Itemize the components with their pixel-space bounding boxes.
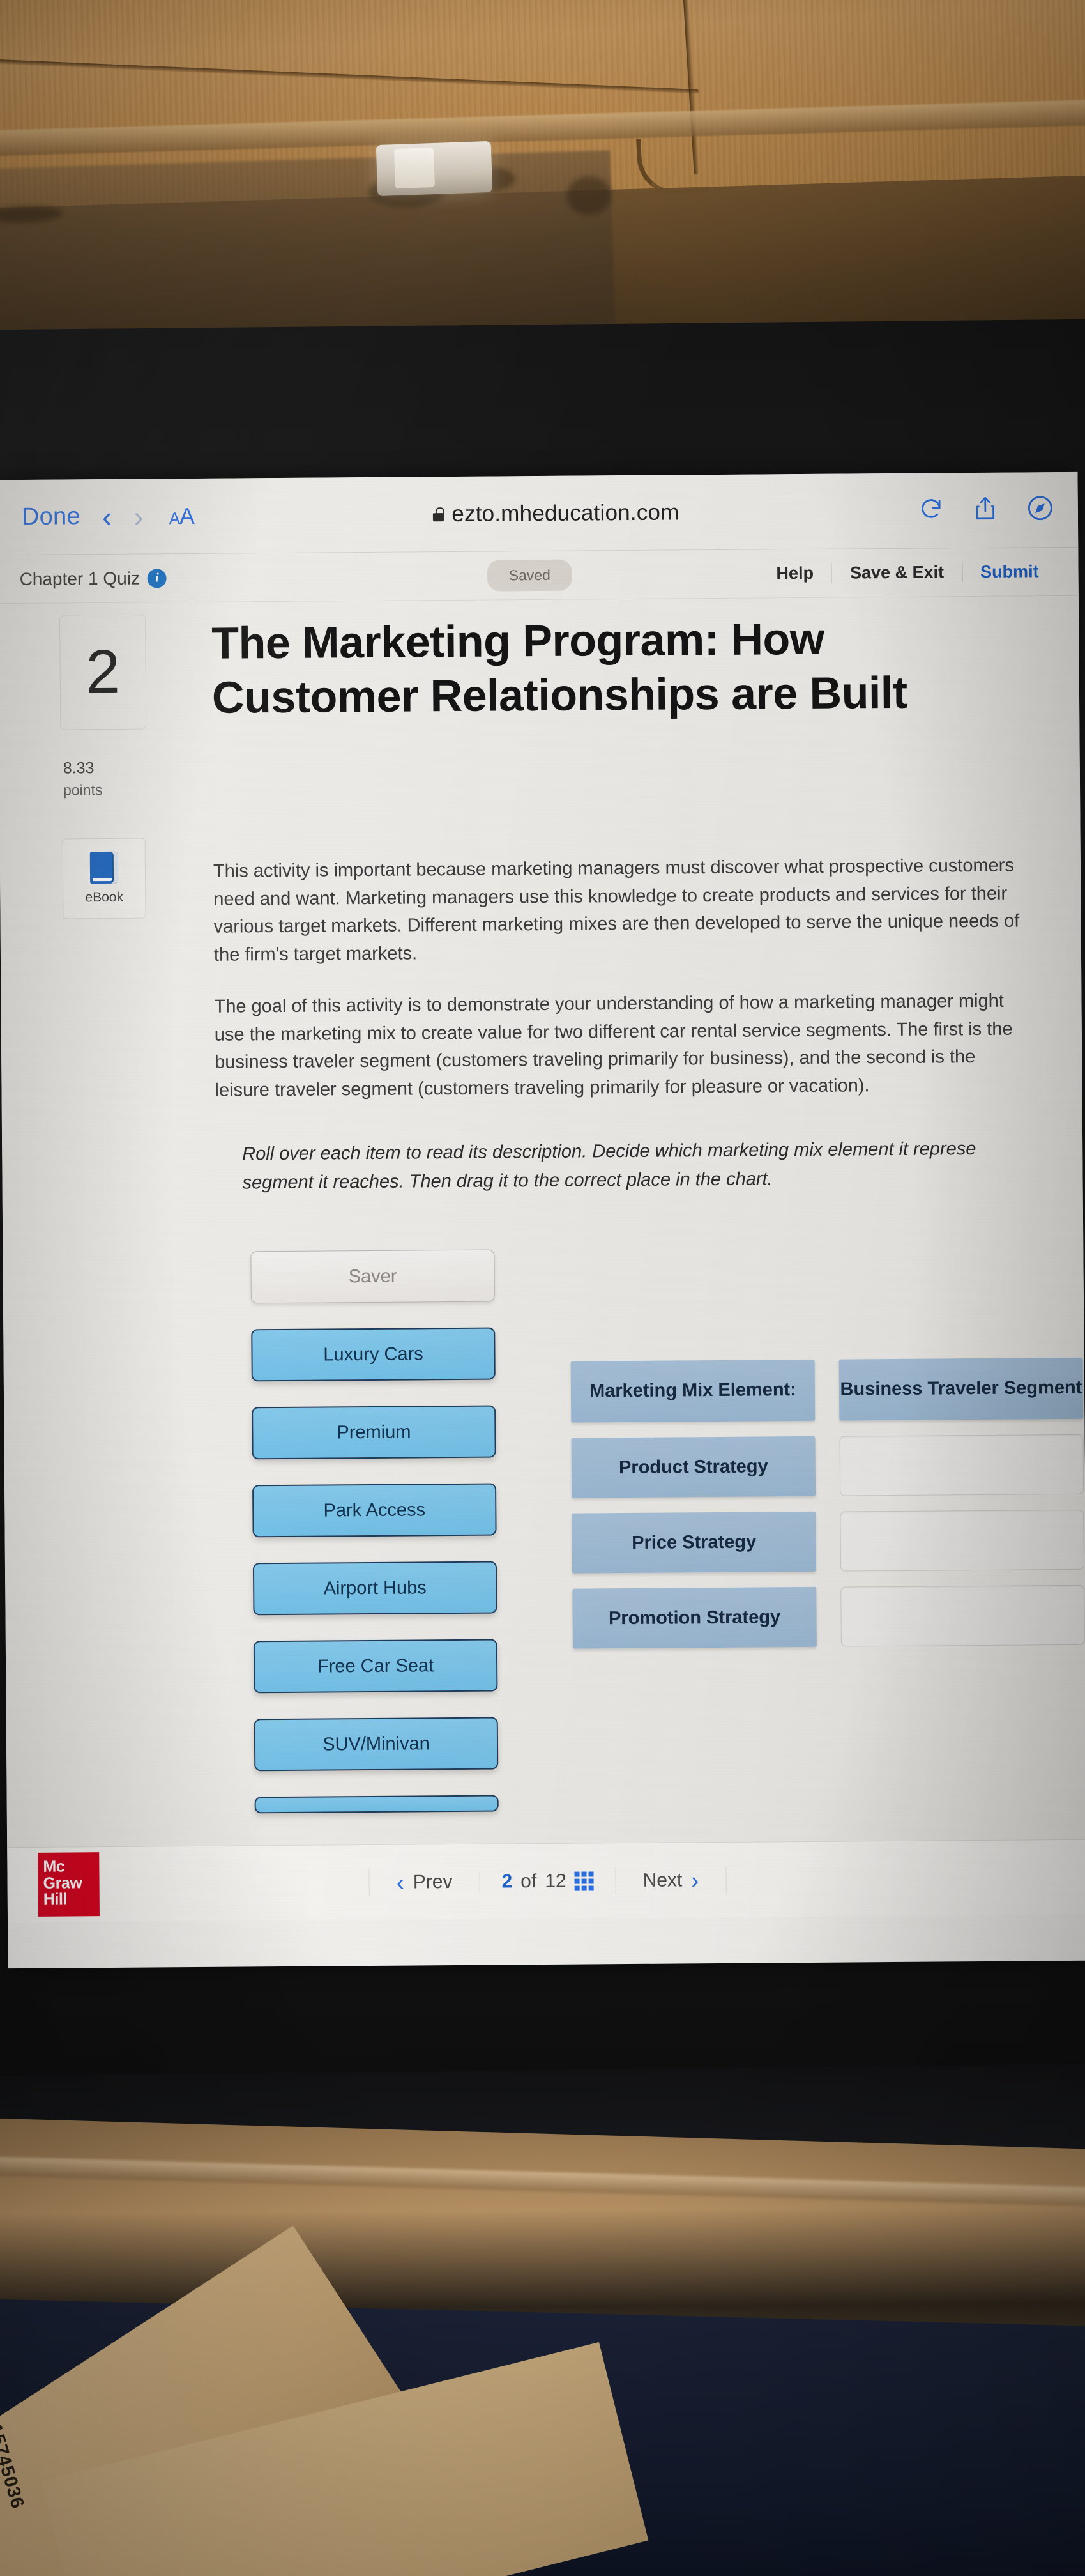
share-icon[interactable] <box>973 495 998 525</box>
quiz-title: Chapter 1 Quiz <box>19 568 140 589</box>
question-number: 2 <box>59 614 147 730</box>
drag-item[interactable]: SUV/Minivan <box>254 1717 499 1772</box>
activity-goal-paragraph: The goal of this activity is to demonstr… <box>214 990 1013 1101</box>
safari-toolbar: Done ‹ › AA ezto.mheducation.com <box>0 471 1079 556</box>
column-header-element: Marketing Mix Element: <box>570 1359 816 1423</box>
brand-line-2: Graw <box>43 1873 82 1892</box>
prev-label: Prev <box>413 1871 453 1893</box>
grid-icon[interactable] <box>574 1871 594 1891</box>
chart-column-business-traveler: Business Traveler Segment <box>838 1357 1085 1662</box>
safari-toolbar-actions <box>918 494 1054 526</box>
quiz-header-bar: Chapter 1 Quiz i Saved Help Save & Exit … <box>0 547 1079 604</box>
instruction-line-1: Roll over each item to read its descript… <box>242 1138 976 1165</box>
drag-item-partially-visible[interactable] <box>254 1795 499 1814</box>
stone-speck <box>0 204 63 224</box>
drag-item[interactable]: Airport Hubs <box>252 1561 497 1616</box>
ebook-label: eBook <box>85 889 124 905</box>
drag-item[interactable]: Premium <box>252 1405 496 1460</box>
chart-column-elements: Marketing Mix Element: Product Strategy … <box>570 1359 817 1664</box>
stone-speck <box>566 176 612 216</box>
prev-button[interactable]: ‹ Prev <box>368 1868 480 1896</box>
quiz-header-actions: Help Save & Exit Submit <box>758 562 1057 584</box>
drag-item-list: Saver Luxury Cars Premium Park Access Ai… <box>250 1249 499 1814</box>
book-icon <box>89 851 119 884</box>
brand-line-3: Hill <box>43 1890 68 1908</box>
drop-zone-promotion-business[interactable] <box>840 1584 1085 1647</box>
brand-line-1: Mc <box>43 1857 65 1876</box>
address-bar[interactable]: ezto.mheducation.com <box>194 498 918 528</box>
page-indicator: 2 of 12 <box>479 1869 616 1893</box>
activity-importance-paragraph: This activity is important because marke… <box>213 855 1020 965</box>
lock-icon <box>433 507 444 521</box>
tablet-screen: Done ‹ › AA ezto.mheducation.com Chapter… <box>0 471 1085 1969</box>
mcgraw-hill-logo: Mc Graw Hill <box>38 1852 100 1917</box>
next-button[interactable]: Next › <box>615 1866 727 1894</box>
instruction-text: Roll over each item to read its descript… <box>242 1133 1085 1198</box>
next-label: Next <box>642 1869 683 1891</box>
drop-zone-price-business[interactable] <box>840 1509 1085 1572</box>
drag-item[interactable]: Free Car Seat <box>253 1639 498 1694</box>
url-text: ezto.mheducation.com <box>451 499 679 526</box>
current-page: 2 <box>501 1870 513 1892</box>
question-body: 2 8.33 points The Marketing Program: How… <box>0 595 1085 1848</box>
save-and-exit-button[interactable]: Save & Exit <box>831 562 962 583</box>
drop-zone-product-business[interactable] <box>839 1434 1084 1496</box>
pager: ‹ Prev 2 of 12 Next › <box>368 1866 727 1896</box>
points-unit: points <box>63 781 103 799</box>
drag-item[interactable]: Luxury Cars <box>251 1327 496 1382</box>
row-label-product-strategy: Product Strategy <box>571 1436 816 1498</box>
back-icon[interactable]: ‹ <box>102 499 112 533</box>
chevron-right-icon: › <box>691 1866 699 1893</box>
column-header-business-traveler: Business Traveler Segment <box>838 1357 1084 1421</box>
total-pages: 12 <box>545 1870 566 1892</box>
footer-navigation: Mc Graw Hill ‹ Prev 2 of 12 Next › <box>7 1839 1085 1923</box>
points-value: 8.33 <box>63 759 95 778</box>
question-points: 8.33 points <box>63 759 103 799</box>
done-button[interactable]: Done <box>22 503 80 531</box>
ebook-button[interactable]: eBook <box>62 838 146 919</box>
submit-button[interactable]: Submit <box>961 562 1057 583</box>
reload-icon[interactable] <box>918 496 944 525</box>
text-size-button[interactable]: AA <box>169 502 195 529</box>
marketing-mix-chart: Marketing Mix Element: Product Strategy … <box>570 1357 1085 1664</box>
row-label-promotion-strategy: Promotion Strategy <box>572 1586 817 1649</box>
drag-item[interactable]: Saver <box>250 1249 495 1304</box>
info-icon[interactable]: i <box>147 568 167 588</box>
forward-icon[interactable]: › <box>133 499 144 533</box>
instruction-line-2: segment it reaches. Then drag it to the … <box>242 1169 773 1193</box>
compass-icon[interactable] <box>1027 494 1054 525</box>
status-badge: Saved <box>487 559 573 592</box>
of-label: of <box>520 1870 537 1892</box>
light-fixture-inner <box>393 147 436 189</box>
drag-item[interactable]: Park Access <box>252 1483 497 1538</box>
chevron-left-icon: ‹ <box>396 1869 405 1896</box>
photograph-of-tablet: Done ‹ › AA ezto.mheducation.com Chapter… <box>0 0 1085 2576</box>
help-button[interactable]: Help <box>758 564 831 584</box>
page-title: The Marketing Program: How Customer Rela… <box>211 613 907 723</box>
row-label-price-strategy: Price Strategy <box>572 1511 817 1574</box>
